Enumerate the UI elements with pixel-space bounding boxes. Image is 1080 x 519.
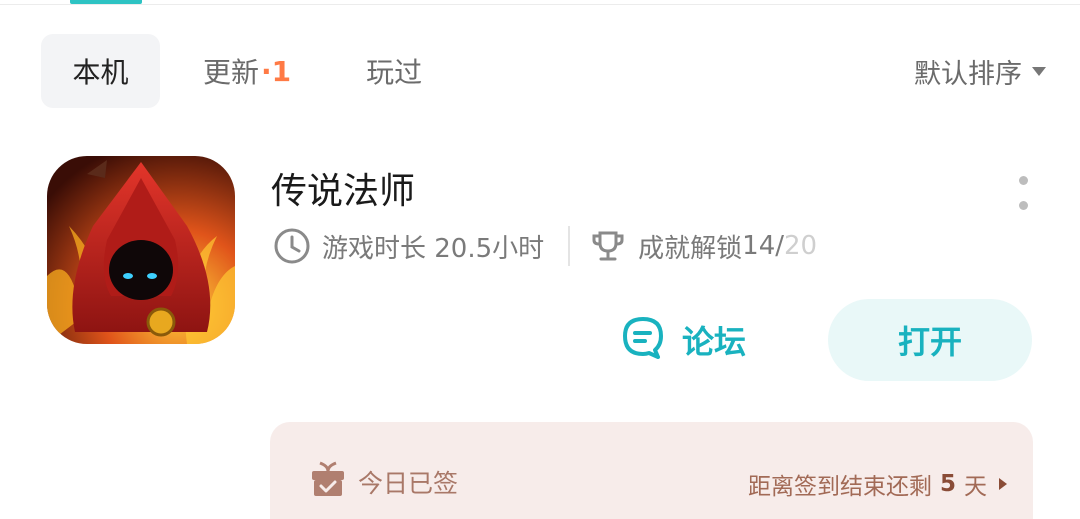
game-stats: 游戏时长 20.5小时 成就解锁 14/20 — [272, 226, 817, 266]
more-vertical-icon[interactable] — [1012, 176, 1034, 210]
tab-update-count: 1 — [271, 54, 292, 88]
tab-update-label: 更新 — [203, 56, 260, 89]
chevron-right-icon — [999, 478, 1007, 490]
forum-chat-icon — [620, 315, 666, 365]
achievement-unlocked: 14/ — [742, 231, 785, 261]
forum-label: 论坛 — [682, 323, 747, 361]
signin-countdown[interactable]: 距离签到结束还剩 5 天 — [748, 467, 1007, 501]
open-game-button[interactable]: 打开 — [828, 299, 1032, 381]
tab-update[interactable]: 更新 · 1 — [203, 34, 291, 108]
achievement-total: 20 — [784, 231, 818, 261]
active-tab-indicator — [70, 0, 142, 4]
more-dot — [1018, 176, 1028, 185]
forum-button[interactable]: 论坛 — [620, 314, 746, 366]
game-artwork-icon — [47, 156, 235, 344]
signin-status: 今日已签 — [310, 460, 458, 504]
top-divider — [0, 4, 1080, 5]
tab-update-dot: · — [261, 54, 272, 88]
signin-countdown-suffix: 天 — [964, 474, 987, 500]
caret-down-icon — [1032, 67, 1046, 76]
trophy-icon — [588, 226, 628, 266]
game-app-icon[interactable] — [47, 156, 235, 344]
tab-local-label: 本机 — [72, 56, 129, 89]
tab-bar: 本机 更新 · 1 玩过 — [41, 34, 422, 108]
signin-status-label: 今日已签 — [358, 469, 459, 498]
stats-divider — [568, 226, 571, 266]
clock-icon — [272, 226, 312, 266]
signin-countdown-prefix: 距离签到结束还剩 — [747, 474, 932, 500]
tab-played[interactable]: 玩过 — [366, 34, 422, 108]
achievement-label: 成就解锁 — [638, 233, 743, 264]
game-title: 传说法师 — [271, 171, 416, 212]
tab-played-label: 玩过 — [366, 56, 423, 89]
sort-dropdown[interactable]: 默认排序 — [914, 52, 1046, 91]
more-dot — [1018, 201, 1028, 210]
gift-check-icon — [310, 460, 346, 504]
signin-countdown-days: 5 — [939, 471, 956, 497]
signin-card: 今日已签 距离签到结束还剩 5 天 — [270, 422, 1033, 519]
tab-local[interactable]: 本机 — [41, 34, 160, 108]
sort-label: 默认排序 — [914, 59, 1022, 90]
playtime-text: 游戏时长 20.5小时 — [322, 233, 545, 264]
